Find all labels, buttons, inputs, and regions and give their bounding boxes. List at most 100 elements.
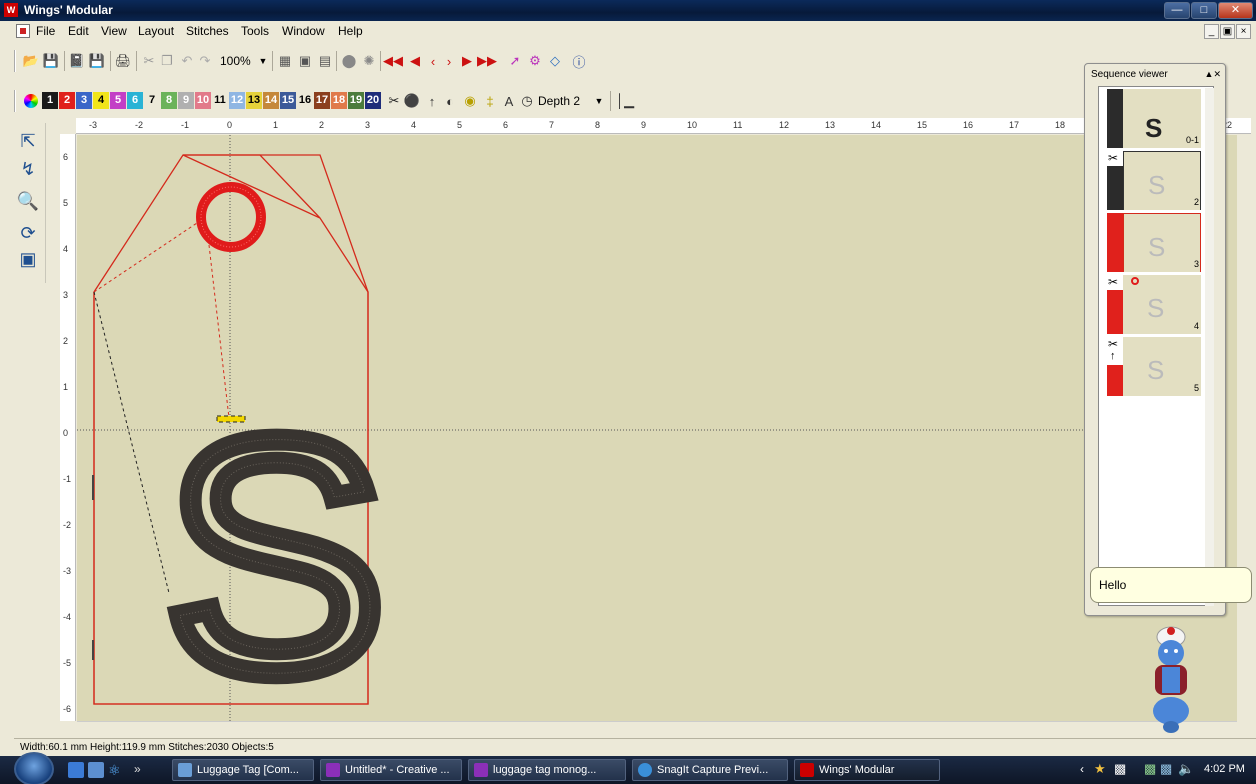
stop-icon[interactable]: ⚫ [403,92,421,110]
color-chip-11[interactable]: 11 [212,92,228,109]
lock-stitch-icon[interactable]: ◐ [441,92,459,110]
import-icon[interactable]: 📓 [68,52,86,70]
redo-icon[interactable]: ↷ [196,52,214,70]
color-chip-6[interactable]: 6 [127,92,143,109]
mdi-close-button[interactable]: × [1236,24,1251,39]
color-chip-3[interactable]: 3 [76,92,92,109]
print-icon[interactable]: 🖨 [114,52,132,70]
color-chip-18[interactable]: 18 [331,92,347,109]
sequence-item[interactable]: ✂ S 2 [1107,151,1201,211]
needle-icon[interactable]: ↑ [423,92,441,110]
ie-icon[interactable]: ⚛ [108,762,124,778]
network-icon[interactable]: ▩ [1160,761,1172,777]
color-chip-9[interactable]: 9 [178,92,194,109]
taskbar-item[interactable]: Luggage Tag [Com... [172,759,314,781]
show-points-icon[interactable]: ✺ [360,52,378,70]
rotate-tool-icon[interactable]: ⟳ [16,221,40,245]
tray-expand-icon[interactable]: ‹ [1080,762,1084,776]
color-chip-8[interactable]: 8 [161,92,177,109]
show-desktop-icon[interactable] [68,762,84,778]
tie-icon[interactable]: ‡ [481,92,499,110]
prev-object-icon[interactable]: ◀ [406,52,424,70]
grid-icon[interactable]: ▦ [276,52,294,70]
color-chip-10[interactable]: 10 [195,92,211,109]
show-stitches-icon[interactable]: ⬤ [340,52,358,70]
color-chip-15[interactable]: 15 [280,92,296,109]
sequence-item[interactable]: ✂ S 4 [1107,275,1201,335]
frame-out-icon[interactable]: ◉ [461,92,479,110]
mdi-restore-button[interactable]: ▣ [1220,24,1235,39]
depth-dropdown-icon[interactable]: ▼ [590,92,608,110]
quicklaunch-more-icon[interactable]: » [134,762,150,778]
scale-tool-icon[interactable]: ▣ [16,247,40,271]
text-tool-icon[interactable]: A [500,92,518,110]
menu-edit[interactable]: Edit [68,24,89,38]
toolbar-grip[interactable] [14,50,16,72]
zoom-tool-icon[interactable]: 🔍 [16,189,40,213]
mdi-minimize-button[interactable]: _ [1204,24,1219,39]
taskbar-item[interactable]: luggage tag monog... [468,759,626,781]
menu-window[interactable]: Window [282,24,325,38]
design-canvas[interactable]: S S [77,135,1237,721]
color-chip-19[interactable]: 19 [348,92,364,109]
taskbar-item[interactable]: SnagIt Capture Previ... [632,759,788,781]
genie-assistant-icon[interactable] [1140,615,1202,735]
depth-select[interactable]: Depth 2 [538,94,580,108]
measure-icon[interactable]: ▤ [316,52,334,70]
node-edit-icon[interactable]: ➚ [506,52,524,70]
hoop-icon[interactable]: ▣ [296,52,314,70]
export-icon[interactable]: 💾 [88,52,106,70]
menu-view[interactable]: View [101,24,127,38]
select-tool-icon[interactable]: ⇱ [16,129,40,153]
sequence-viewer-caption[interactable]: Sequence viewer ▲✕ [1091,69,1221,83]
next-stitch-icon[interactable]: › [440,52,458,70]
horizontal-scrollbar[interactable] [77,721,1237,738]
next-object-icon[interactable]: ▶ [458,52,476,70]
toolbar-grip[interactable] [14,90,16,112]
sequence-item[interactable]: ✂ ↑ S 5 [1107,337,1201,397]
cut-icon[interactable]: ✂ [140,52,158,70]
depth-icon[interactable]: ◷ [518,92,536,110]
color-chip-4[interactable]: 4 [93,92,109,109]
open-icon[interactable]: 📂 [22,52,40,70]
color-wheel-icon[interactable] [22,92,40,110]
last-stitch-icon[interactable]: ▶▶ [477,52,497,70]
color-chip-17[interactable]: 17 [314,92,330,109]
copy-icon[interactable]: ❐ [158,52,176,70]
color-chip-7[interactable]: 7 [144,92,160,109]
color-chip-16[interactable]: 16 [297,92,313,109]
stitch-slider-icon[interactable]: │▁ [616,92,634,110]
assistant-bubble[interactable]: Hello [1090,567,1252,603]
sequence-viewer-controls[interactable]: ▲✕ [1205,69,1221,80]
sequence-scrollbar[interactable] [1205,88,1214,606]
color-chip-20[interactable]: 20 [365,92,381,109]
menu-file[interactable]: File [36,24,55,38]
switch-windows-icon[interactable] [88,762,104,778]
color-chip-2[interactable]: 2 [59,92,75,109]
minimize-button[interactable]: — [1164,2,1190,19]
sequence-item[interactable]: S 0-1 [1107,89,1201,149]
color-chip-13[interactable]: 13 [246,92,262,109]
select-shape-icon[interactable]: ◇ [546,52,564,70]
stitch-select-icon[interactable]: ↯ [16,157,40,181]
color-chip-12[interactable]: 12 [229,92,245,109]
document-icon[interactable] [16,24,30,38]
color-chip-1[interactable]: 1 [42,92,58,109]
zoom-dropdown-icon[interactable]: ▼ [254,52,272,70]
trim-icon[interactable]: ✂ [385,92,403,110]
menu-tools[interactable]: Tools [241,24,269,38]
volume-icon[interactable]: 🔈 [1178,761,1194,777]
close-button[interactable]: ✕ [1218,2,1253,19]
tray-device-icon[interactable]: ▩ [1114,761,1126,777]
vertical-scrollbar[interactable] [1237,135,1251,721]
taskbar-item[interactable]: Untitled* - Creative ... [320,759,462,781]
stitch-edit-icon[interactable]: ⚙ [526,52,544,70]
maximize-button[interactable]: □ [1191,2,1217,19]
tray-app-icon[interactable]: ★ [1094,761,1106,777]
sequence-item[interactable]: S 3 [1107,213,1201,273]
save-icon[interactable]: 💾 [42,52,60,70]
menu-stitches[interactable]: Stitches [186,24,229,38]
tray-security-icon[interactable]: ▩ [1144,761,1156,777]
menu-help[interactable]: Help [338,24,363,38]
first-stitch-icon[interactable]: ◀◀ [383,52,403,70]
